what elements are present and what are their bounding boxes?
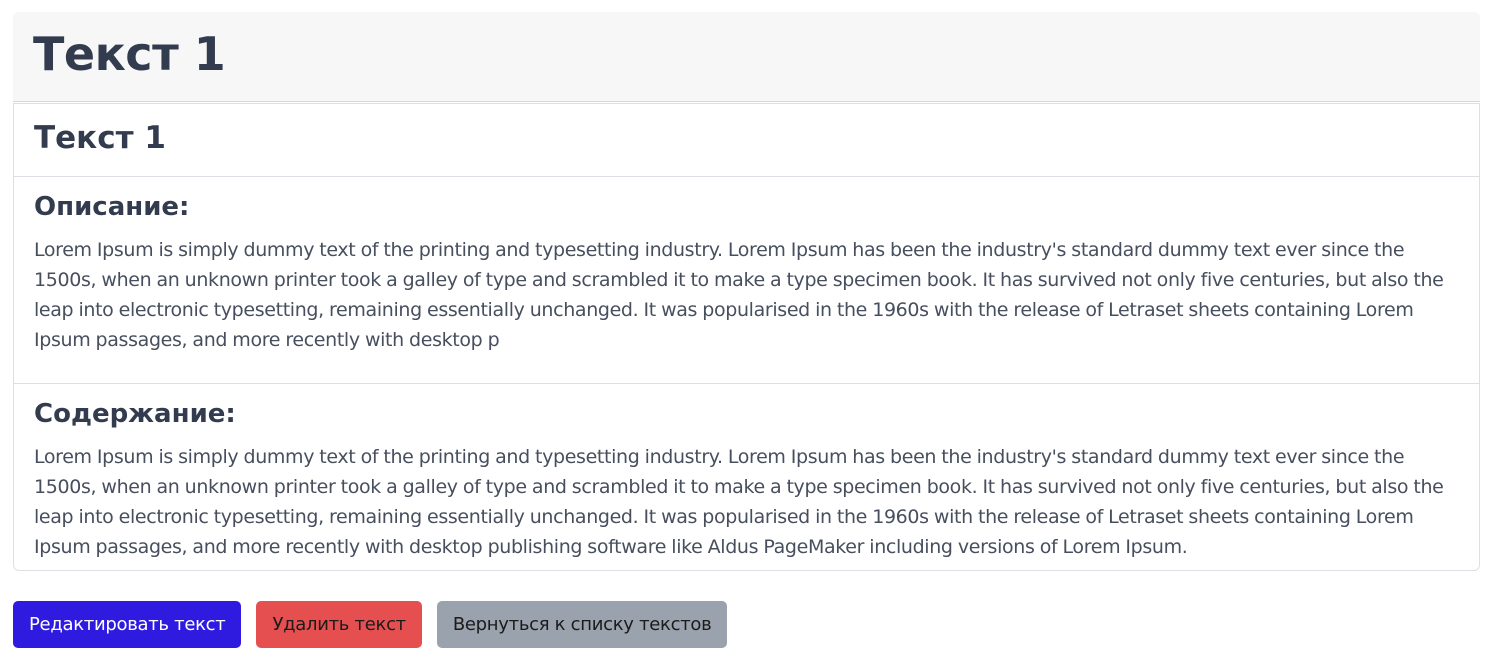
content-section: Содержание: Lorem Ipsum is simply dummy … xyxy=(14,384,1479,562)
text-card: Текст 1 Описание: Lorem Ipsum is simply … xyxy=(13,103,1480,571)
description-section: Описание: Lorem Ipsum is simply dummy te… xyxy=(14,177,1479,384)
content-heading: Содержание: xyxy=(34,399,236,429)
description-text: Lorem Ipsum is simply dummy text of the … xyxy=(34,239,1444,351)
page-header: Текст 1 xyxy=(13,12,1480,102)
delete-text-button[interactable]: Удалить текст xyxy=(256,601,422,648)
page-title: Текст 1 xyxy=(33,27,226,81)
content-text: Lorem Ipsum is simply dummy text of the … xyxy=(34,446,1444,558)
edit-text-button[interactable]: Редактировать текст xyxy=(13,601,242,648)
card-title: Текст 1 xyxy=(34,120,166,156)
page: Текст 1 Текст 1 Описание: Lorem Ipsum is… xyxy=(0,0,1490,658)
description-heading: Описание: xyxy=(34,192,190,222)
action-buttons: Редактировать текст Удалить текст Вернут… xyxy=(13,601,728,648)
card-header: Текст 1 xyxy=(14,104,1479,177)
back-to-list-button[interactable]: Вернуться к списку текстов xyxy=(436,601,728,648)
